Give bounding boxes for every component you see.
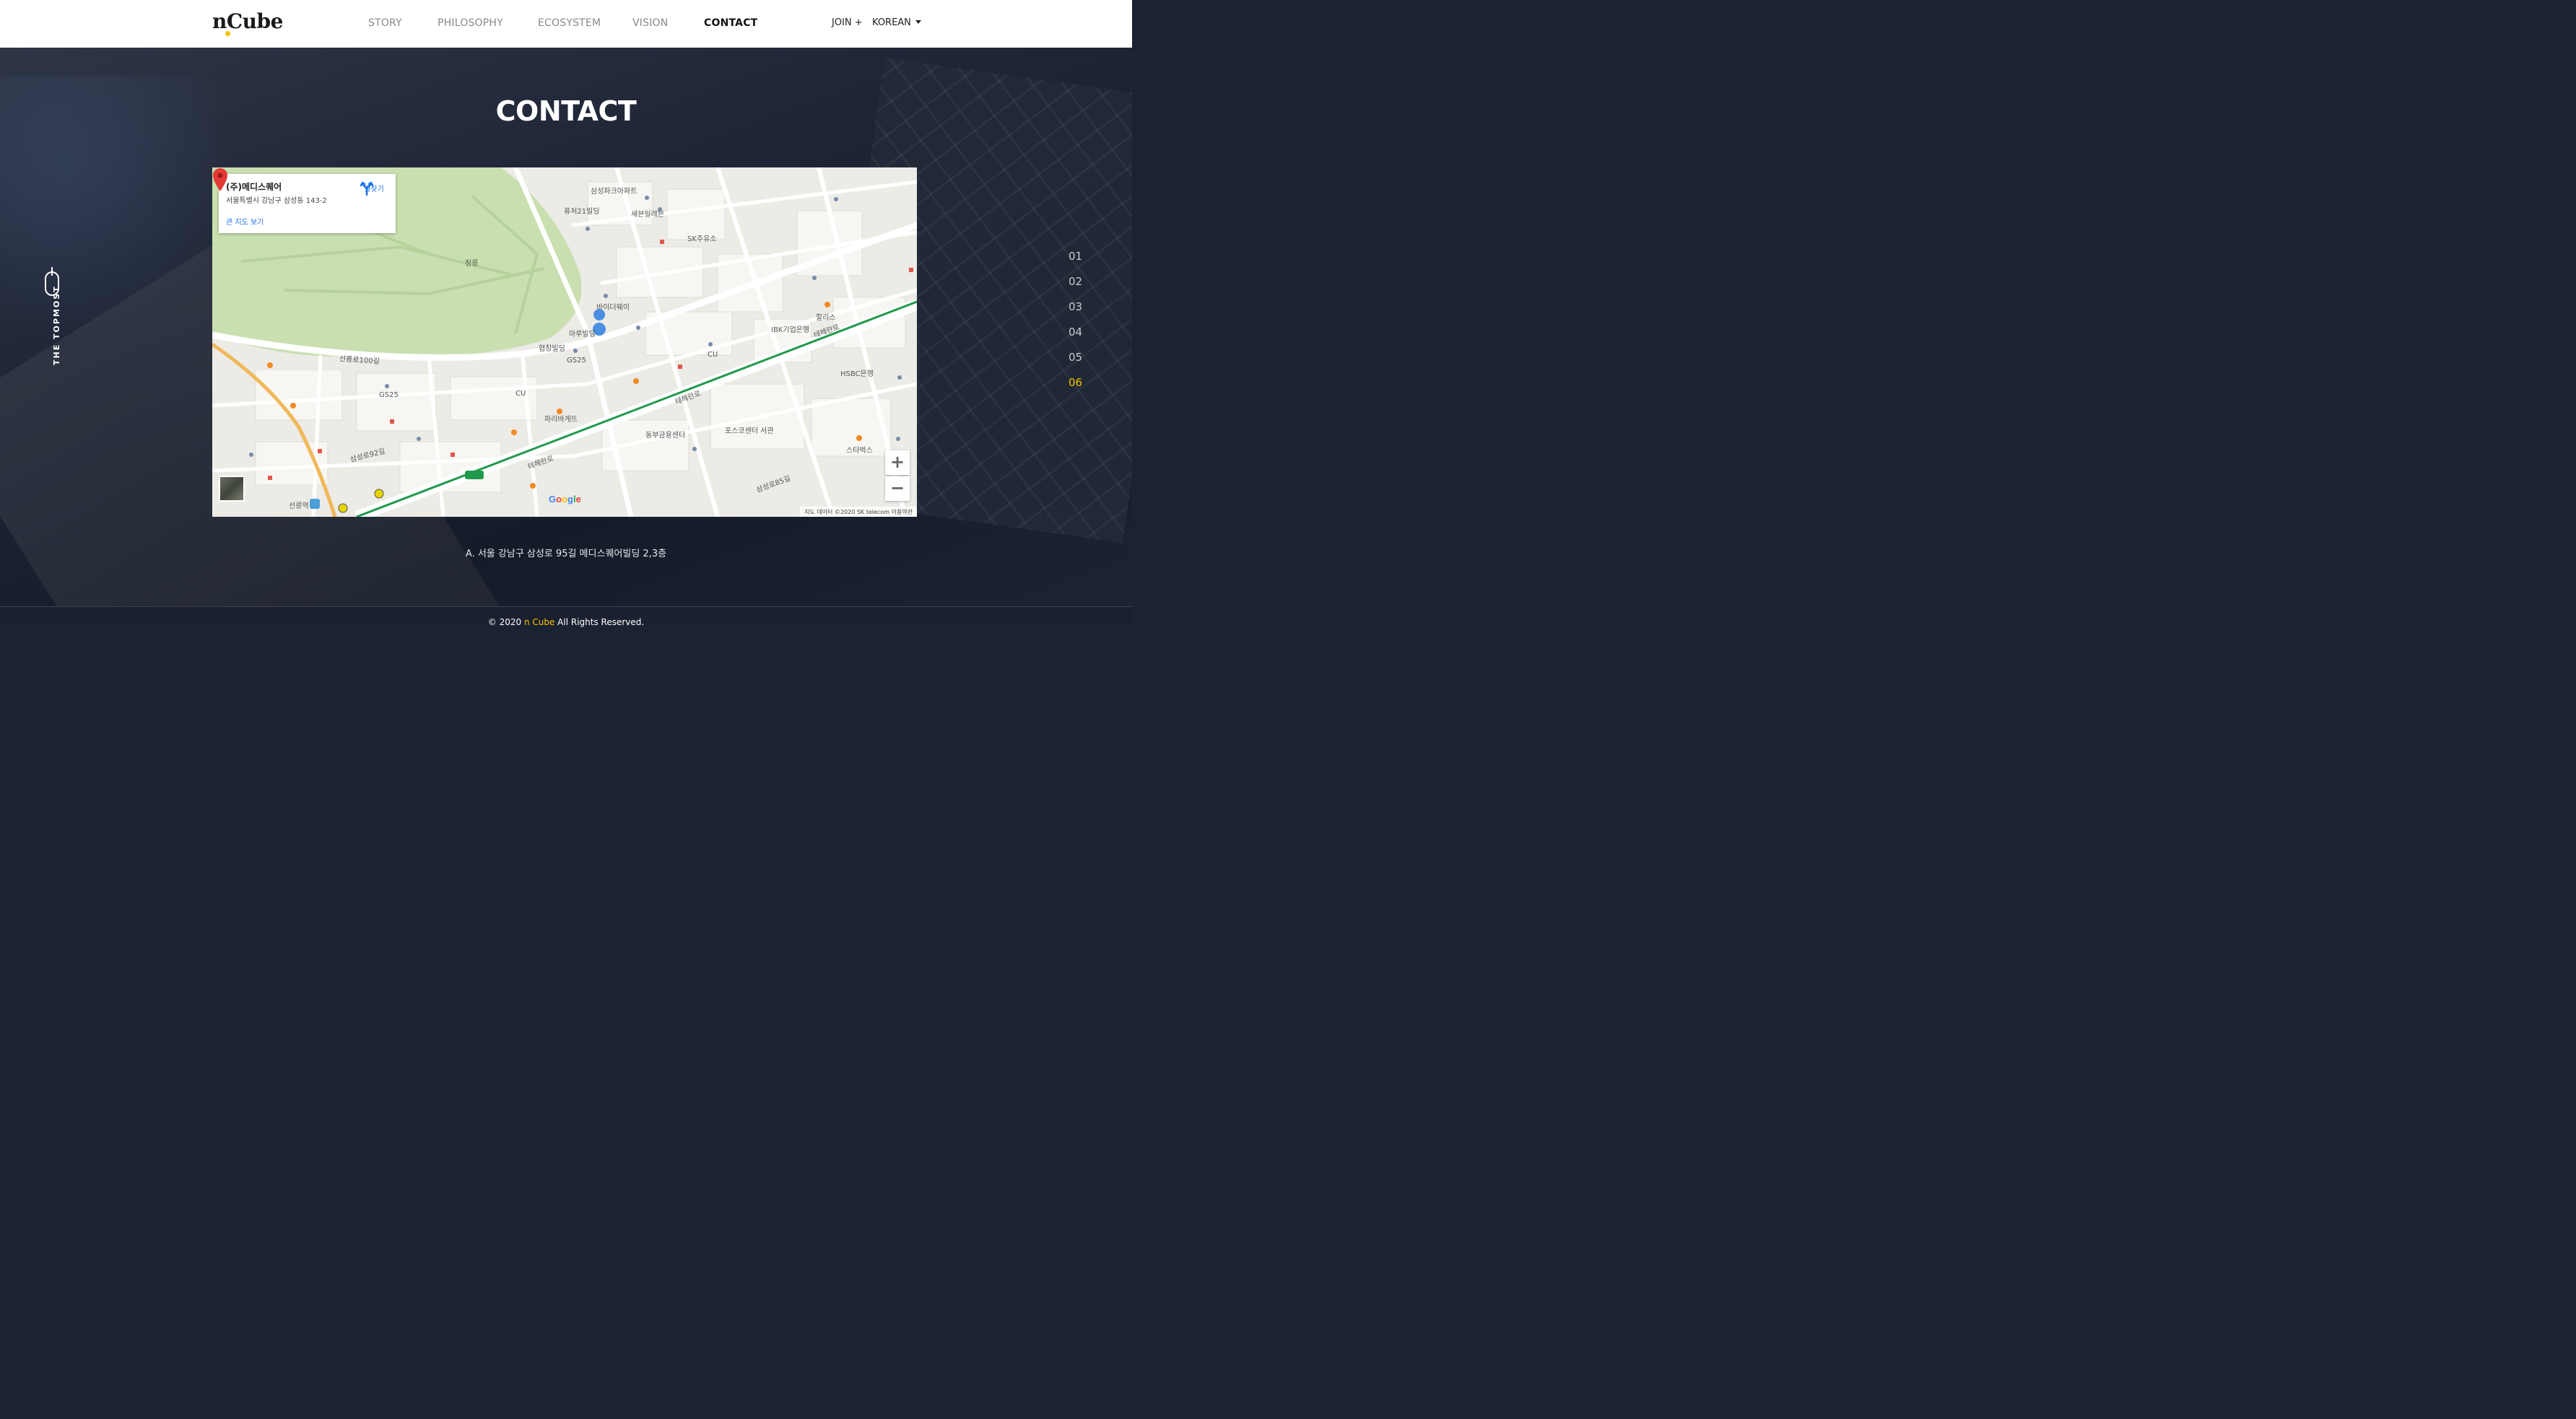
map-label-future21: 퓨처21빌딩 [564, 208, 600, 216]
pager-item-04[interactable]: 04 [1069, 326, 1082, 351]
section-title: CONTACT [495, 95, 637, 127]
site-header: nCube STORY PHILOSOPHY ECOSYSTEM VISION … [0, 0, 1132, 48]
pager-item-02[interactable]: 02 [1069, 275, 1082, 300]
nav-ecosystem[interactable]: ECOSYSTEM [538, 17, 601, 29]
satellite-toggle[interactable] [219, 476, 245, 502]
google-logo: Google [549, 494, 581, 505]
pager-item-01[interactable]: 01 [1069, 250, 1082, 275]
topmost-label: THE TOPMOST [52, 285, 61, 365]
map-label-hollys: 할리스 [816, 314, 836, 322]
map-label-gs25: GS25 [567, 357, 586, 364]
map-label-seolleung-station: 선릉역 [289, 502, 309, 510]
pager-item-03[interactable]: 03 [1069, 300, 1082, 326]
map-label-bythe-way: 바이더웨이 [596, 304, 630, 312]
place-address: 서울특별시 강남구 삼성동 143-2 [226, 197, 327, 205]
map-label-gs25-2: GS25 [379, 391, 399, 399]
map-label-jeongneung: 정릉 [465, 260, 479, 268]
map-label-hsbc: HSBC은행 [840, 370, 874, 378]
location-pin-icon[interactable] [212, 167, 228, 192]
pager-item-06[interactable]: 06 [1069, 376, 1082, 401]
nav-vision[interactable]: VISION [632, 17, 668, 29]
map-label-paris-baguette: 파리바게뜨 [544, 416, 578, 424]
map-label-starbucks: 스타벅스 [846, 447, 873, 455]
location-map[interactable]: 정릉 삼성파크아파트 퓨처21빌딩 세븐일레븐 SK주유소 바이더웨이 마루빌딩… [212, 167, 917, 517]
map-label-samsung-park-apt: 삼성파크아파트 [591, 188, 638, 196]
pager-item-05[interactable]: 05 [1069, 351, 1082, 376]
map-label-cu: CU [515, 390, 526, 398]
nav-story[interactable]: STORY [368, 17, 402, 29]
section-pager: 01 02 03 04 05 06 [1069, 250, 1082, 401]
office-address: A. 서울 강남구 삼성로 95길 메디스퀘어빌딩 2,3층 [465, 549, 667, 559]
zoom-in-button[interactable]: + [885, 450, 910, 475]
map-label-posco: 포스코센터 서관 [725, 427, 774, 435]
map-label-seven-eleven: 세븐일레븐 [631, 211, 664, 219]
copyright-prefix: © 2020 [487, 617, 524, 627]
view-larger-map-link[interactable]: 큰 지도 보기 [226, 216, 264, 227]
place-info-card: (주)메디스퀘어 서울특별시 강남구 삼성동 143-2 큰 지도 보기 길찾기 [219, 174, 396, 233]
map-label-ibk: IBK기업은행 [771, 326, 810, 334]
map-label-sk-oil: SK주유소 [687, 235, 717, 243]
copyright-suffix: All Rights Reserved. [554, 617, 645, 627]
nav-contact[interactable]: CONTACT [704, 17, 757, 29]
zoom-out-button[interactable]: − [885, 476, 910, 501]
map-attribution[interactable]: 지도 데이터 ©2020 SK telecom 이용약관 [800, 507, 917, 517]
chevron-down-icon [915, 20, 921, 24]
copyright-brand: n Cube [523, 617, 555, 627]
place-name: (주)메디스퀘어 [226, 182, 282, 192]
join-link[interactable]: JOIN + [832, 17, 863, 28]
language-select[interactable]: KOREAN [872, 17, 921, 28]
map-label-cu-2: CU [708, 351, 718, 359]
directions-icon [360, 181, 374, 196]
map-label-hyeopchang: 협창빌딩 [539, 345, 565, 353]
language-label: KOREAN [872, 17, 911, 28]
map-label-maru: 마루빌딩 [569, 331, 596, 339]
main-nav: STORY PHILOSOPHY ECOSYSTEM VISION CONTAC… [0, 17, 1132, 32]
map-label-dongbu: 동부금융센터 [645, 432, 686, 440]
nav-philosophy[interactable]: PHILOSOPHY [438, 17, 503, 29]
directions-button[interactable]: 길찾기 [360, 181, 388, 196]
site-footer: © 2020 n Cube All Rights Reserved. [0, 607, 1132, 627]
copyright: © 2020 n Cube All Rights Reserved. [0, 617, 1132, 627]
